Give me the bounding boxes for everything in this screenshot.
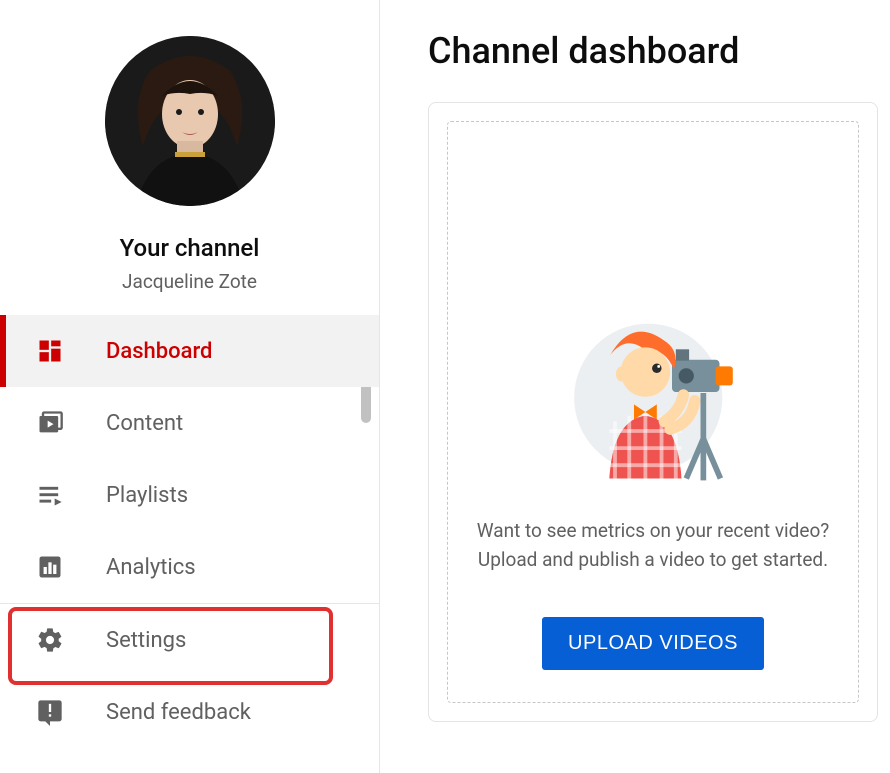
dashboard-card: Want to see metrics on your recent video… (428, 102, 878, 722)
feedback-icon (36, 698, 106, 726)
sidebar-item-label: Send feedback (106, 700, 251, 725)
upload-videos-button[interactable]: UPLOAD VIDEOS (542, 617, 764, 670)
card-text-line2: Upload and publish a video to get starte… (464, 545, 842, 574)
sidebar-item-label: Dashboard (106, 339, 212, 364)
upload-illustration-icon (558, 312, 748, 492)
card-text-line1: Want to see metrics on your recent video… (463, 516, 844, 545)
dashboard-card-inner: Want to see metrics on your recent video… (447, 121, 859, 703)
sidebar-item-playlists[interactable]: Playlists (0, 459, 379, 531)
content-icon (36, 409, 106, 437)
sidebar-item-settings[interactable]: Settings (0, 604, 379, 676)
sidebar-item-content[interactable]: Content (0, 387, 379, 459)
analytics-icon (36, 553, 106, 581)
playlists-icon (36, 481, 106, 509)
sidebar-item-label: Analytics (106, 555, 196, 580)
avatar-image-icon (105, 36, 275, 206)
app-root: Your channel Jacqueline Zote Dashboard C… (0, 0, 890, 773)
sidebar-item-analytics[interactable]: Analytics (0, 531, 379, 603)
dashboard-icon (36, 337, 106, 365)
sidebar-item-feedback[interactable]: Send feedback (0, 676, 379, 748)
channel-name: Jacqueline Zote (122, 270, 257, 293)
page-title: Channel dashboard (428, 30, 890, 72)
sidebar-item-label: Settings (106, 628, 186, 653)
sidebar-item-dashboard[interactable]: Dashboard (0, 315, 379, 387)
sidebar: Your channel Jacqueline Zote Dashboard C… (0, 0, 380, 773)
main-panel: Channel dashboard (380, 0, 890, 773)
profile-heading: Your channel (120, 234, 260, 262)
nav-list: Dashboard Content Playlists Analytics (0, 315, 379, 773)
profile-block: Your channel Jacqueline Zote (0, 0, 379, 315)
avatar[interactable] (105, 36, 275, 206)
sidebar-item-label: Content (106, 411, 183, 436)
sidebar-item-label: Playlists (106, 483, 188, 508)
settings-icon (36, 626, 106, 654)
